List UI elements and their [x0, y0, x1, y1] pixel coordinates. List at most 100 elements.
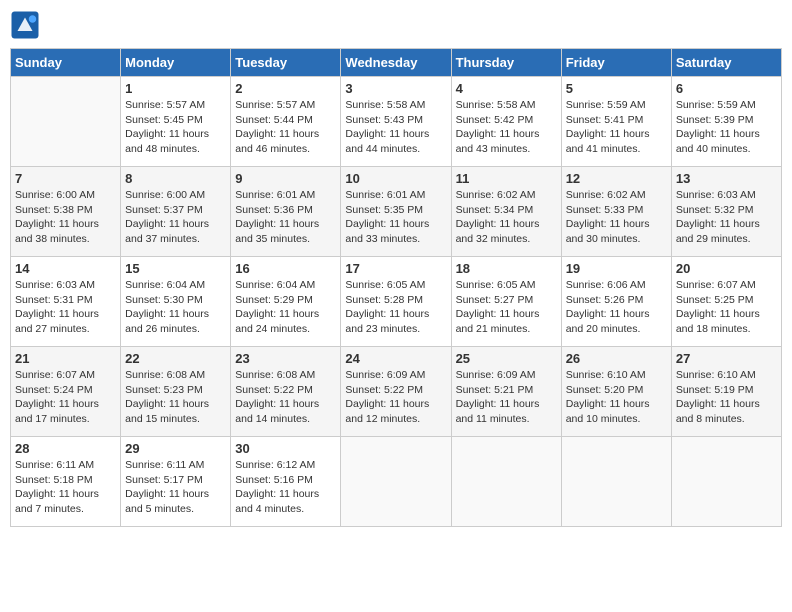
day-number: 15: [125, 261, 226, 276]
day-info: Sunrise: 5:57 AMSunset: 5:45 PMDaylight:…: [125, 98, 226, 157]
day-number: 8: [125, 171, 226, 186]
calendar-cell: 5 Sunrise: 5:59 AMSunset: 5:41 PMDayligh…: [561, 77, 671, 167]
calendar-cell: 28 Sunrise: 6:11 AMSunset: 5:18 PMDaylig…: [11, 437, 121, 527]
day-number: 23: [235, 351, 336, 366]
day-header-saturday: Saturday: [671, 49, 781, 77]
day-number: 7: [15, 171, 116, 186]
day-info: Sunrise: 5:58 AMSunset: 5:43 PMDaylight:…: [345, 98, 446, 157]
day-number: 29: [125, 441, 226, 456]
day-number: 12: [566, 171, 667, 186]
day-info: Sunrise: 6:02 AMSunset: 5:33 PMDaylight:…: [566, 188, 667, 247]
calendar-cell: 15 Sunrise: 6:04 AMSunset: 5:30 PMDaylig…: [121, 257, 231, 347]
calendar-week-5: 28 Sunrise: 6:11 AMSunset: 5:18 PMDaylig…: [11, 437, 782, 527]
day-number: 16: [235, 261, 336, 276]
calendar-cell: 23 Sunrise: 6:08 AMSunset: 5:22 PMDaylig…: [231, 347, 341, 437]
day-header-monday: Monday: [121, 49, 231, 77]
day-number: 3: [345, 81, 446, 96]
page-header: [10, 10, 782, 40]
day-info: Sunrise: 6:12 AMSunset: 5:16 PMDaylight:…: [235, 458, 336, 517]
day-number: 22: [125, 351, 226, 366]
calendar-week-4: 21 Sunrise: 6:07 AMSunset: 5:24 PMDaylig…: [11, 347, 782, 437]
day-number: 28: [15, 441, 116, 456]
calendar-cell: 12 Sunrise: 6:02 AMSunset: 5:33 PMDaylig…: [561, 167, 671, 257]
calendar-week-1: 1 Sunrise: 5:57 AMSunset: 5:45 PMDayligh…: [11, 77, 782, 167]
calendar-cell: 7 Sunrise: 6:00 AMSunset: 5:38 PMDayligh…: [11, 167, 121, 257]
day-header-sunday: Sunday: [11, 49, 121, 77]
day-number: 19: [566, 261, 667, 276]
day-info: Sunrise: 6:03 AMSunset: 5:32 PMDaylight:…: [676, 188, 777, 247]
day-header-friday: Friday: [561, 49, 671, 77]
day-info: Sunrise: 6:10 AMSunset: 5:20 PMDaylight:…: [566, 368, 667, 427]
day-info: Sunrise: 5:57 AMSunset: 5:44 PMDaylight:…: [235, 98, 336, 157]
calendar-cell: 24 Sunrise: 6:09 AMSunset: 5:22 PMDaylig…: [341, 347, 451, 437]
day-info: Sunrise: 5:59 AMSunset: 5:41 PMDaylight:…: [566, 98, 667, 157]
day-info: Sunrise: 6:05 AMSunset: 5:28 PMDaylight:…: [345, 278, 446, 337]
day-number: 5: [566, 81, 667, 96]
calendar-cell: 6 Sunrise: 5:59 AMSunset: 5:39 PMDayligh…: [671, 77, 781, 167]
calendar-cell: 2 Sunrise: 5:57 AMSunset: 5:44 PMDayligh…: [231, 77, 341, 167]
day-info: Sunrise: 6:10 AMSunset: 5:19 PMDaylight:…: [676, 368, 777, 427]
day-info: Sunrise: 6:09 AMSunset: 5:22 PMDaylight:…: [345, 368, 446, 427]
day-number: 26: [566, 351, 667, 366]
day-header-wednesday: Wednesday: [341, 49, 451, 77]
day-number: 25: [456, 351, 557, 366]
day-info: Sunrise: 6:06 AMSunset: 5:26 PMDaylight:…: [566, 278, 667, 337]
day-info: Sunrise: 6:04 AMSunset: 5:30 PMDaylight:…: [125, 278, 226, 337]
day-info: Sunrise: 6:08 AMSunset: 5:22 PMDaylight:…: [235, 368, 336, 427]
day-info: Sunrise: 6:02 AMSunset: 5:34 PMDaylight:…: [456, 188, 557, 247]
calendar-cell: 17 Sunrise: 6:05 AMSunset: 5:28 PMDaylig…: [341, 257, 451, 347]
day-number: 21: [15, 351, 116, 366]
day-number: 4: [456, 81, 557, 96]
calendar-table: SundayMondayTuesdayWednesdayThursdayFrid…: [10, 48, 782, 527]
calendar-cell: 29 Sunrise: 6:11 AMSunset: 5:17 PMDaylig…: [121, 437, 231, 527]
day-header-thursday: Thursday: [451, 49, 561, 77]
day-info: Sunrise: 6:07 AMSunset: 5:25 PMDaylight:…: [676, 278, 777, 337]
day-number: 18: [456, 261, 557, 276]
logo: [10, 10, 44, 40]
calendar-header-row: SundayMondayTuesdayWednesdayThursdayFrid…: [11, 49, 782, 77]
day-number: 17: [345, 261, 446, 276]
day-number: 27: [676, 351, 777, 366]
calendar-cell: [451, 437, 561, 527]
day-number: 24: [345, 351, 446, 366]
day-number: 11: [456, 171, 557, 186]
day-info: Sunrise: 6:00 AMSunset: 5:37 PMDaylight:…: [125, 188, 226, 247]
day-number: 14: [15, 261, 116, 276]
day-info: Sunrise: 6:09 AMSunset: 5:21 PMDaylight:…: [456, 368, 557, 427]
calendar-cell: 9 Sunrise: 6:01 AMSunset: 5:36 PMDayligh…: [231, 167, 341, 257]
calendar-cell: 25 Sunrise: 6:09 AMSunset: 5:21 PMDaylig…: [451, 347, 561, 437]
calendar-cell: 30 Sunrise: 6:12 AMSunset: 5:16 PMDaylig…: [231, 437, 341, 527]
calendar-cell: 20 Sunrise: 6:07 AMSunset: 5:25 PMDaylig…: [671, 257, 781, 347]
calendar-cell: 26 Sunrise: 6:10 AMSunset: 5:20 PMDaylig…: [561, 347, 671, 437]
day-info: Sunrise: 6:01 AMSunset: 5:36 PMDaylight:…: [235, 188, 336, 247]
calendar-cell: 4 Sunrise: 5:58 AMSunset: 5:42 PMDayligh…: [451, 77, 561, 167]
calendar-cell: 22 Sunrise: 6:08 AMSunset: 5:23 PMDaylig…: [121, 347, 231, 437]
calendar-cell: 1 Sunrise: 5:57 AMSunset: 5:45 PMDayligh…: [121, 77, 231, 167]
calendar-week-2: 7 Sunrise: 6:00 AMSunset: 5:38 PMDayligh…: [11, 167, 782, 257]
day-info: Sunrise: 6:11 AMSunset: 5:18 PMDaylight:…: [15, 458, 116, 517]
day-info: Sunrise: 6:03 AMSunset: 5:31 PMDaylight:…: [15, 278, 116, 337]
calendar-cell: 19 Sunrise: 6:06 AMSunset: 5:26 PMDaylig…: [561, 257, 671, 347]
day-info: Sunrise: 5:59 AMSunset: 5:39 PMDaylight:…: [676, 98, 777, 157]
day-number: 10: [345, 171, 446, 186]
calendar-cell: 10 Sunrise: 6:01 AMSunset: 5:35 PMDaylig…: [341, 167, 451, 257]
calendar-cell: 27 Sunrise: 6:10 AMSunset: 5:19 PMDaylig…: [671, 347, 781, 437]
calendar-cell: [11, 77, 121, 167]
calendar-cell: 13 Sunrise: 6:03 AMSunset: 5:32 PMDaylig…: [671, 167, 781, 257]
day-info: Sunrise: 6:01 AMSunset: 5:35 PMDaylight:…: [345, 188, 446, 247]
day-info: Sunrise: 6:08 AMSunset: 5:23 PMDaylight:…: [125, 368, 226, 427]
calendar-cell: 11 Sunrise: 6:02 AMSunset: 5:34 PMDaylig…: [451, 167, 561, 257]
day-number: 20: [676, 261, 777, 276]
day-number: 2: [235, 81, 336, 96]
calendar-cell: 8 Sunrise: 6:00 AMSunset: 5:37 PMDayligh…: [121, 167, 231, 257]
day-info: Sunrise: 5:58 AMSunset: 5:42 PMDaylight:…: [456, 98, 557, 157]
day-number: 9: [235, 171, 336, 186]
day-header-tuesday: Tuesday: [231, 49, 341, 77]
calendar-cell: 3 Sunrise: 5:58 AMSunset: 5:43 PMDayligh…: [341, 77, 451, 167]
calendar-cell: [671, 437, 781, 527]
day-number: 30: [235, 441, 336, 456]
calendar-cell: 18 Sunrise: 6:05 AMSunset: 5:27 PMDaylig…: [451, 257, 561, 347]
day-info: Sunrise: 6:00 AMSunset: 5:38 PMDaylight:…: [15, 188, 116, 247]
calendar-cell: 14 Sunrise: 6:03 AMSunset: 5:31 PMDaylig…: [11, 257, 121, 347]
day-info: Sunrise: 6:05 AMSunset: 5:27 PMDaylight:…: [456, 278, 557, 337]
